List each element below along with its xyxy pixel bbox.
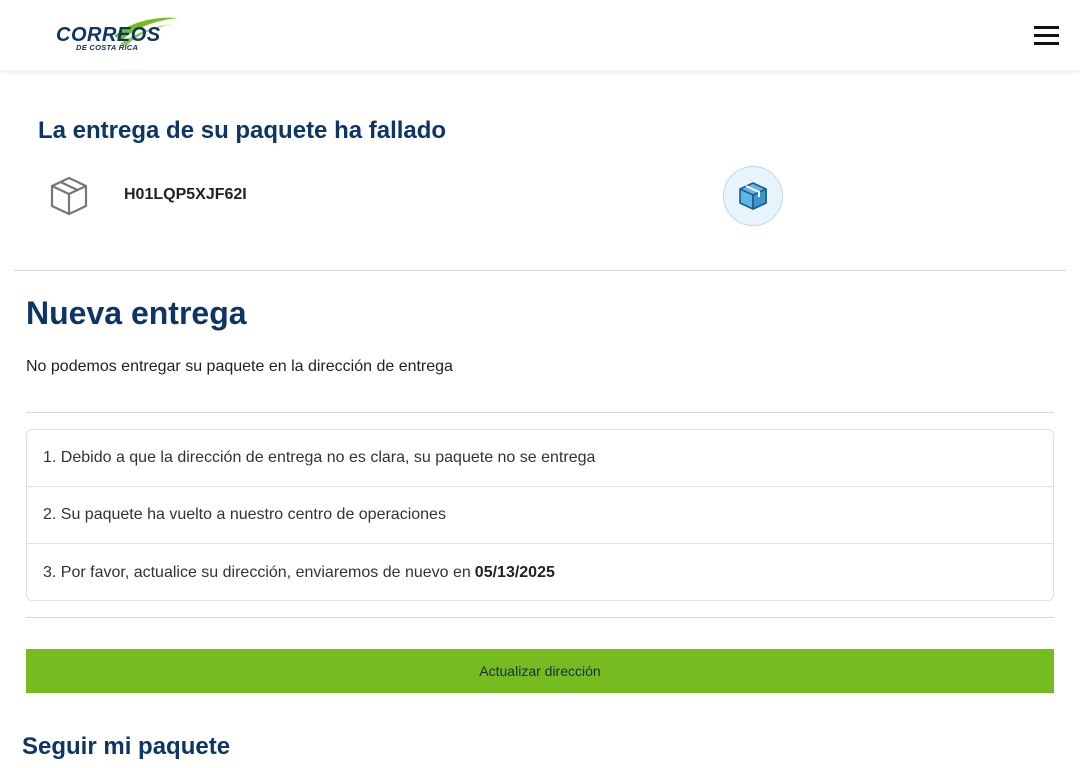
section-divider <box>26 412 1054 413</box>
package-badge-icon <box>739 182 767 210</box>
track-package-title: Seguir mi paquete <box>22 733 231 760</box>
section-divider <box>26 617 1054 618</box>
step-text: 1. Debido a que la dirección de entrega … <box>43 449 596 466</box>
list-item: 2. Su paquete ha vuelto a nuestro centro… <box>27 487 1053 544</box>
menu-icon[interactable] <box>1034 26 1060 46</box>
update-address-button[interactable]: Actualizar dirección <box>26 649 1054 693</box>
new-delivery-title: Nueva entrega <box>26 295 247 331</box>
logo-subtitle: DE COSTA RICA <box>76 43 139 52</box>
correos-logo[interactable]: CORREOS DE COSTA RICA <box>54 14 180 54</box>
package-outline-icon <box>50 176 88 216</box>
step-text: 3. Por favor, actualice su dirección, en… <box>43 563 471 581</box>
tracking-number: H01LQP5XJF62I <box>124 186 247 203</box>
top-header: CORREOS DE COSTA RICA <box>0 0 1080 70</box>
section-divider <box>14 270 1066 271</box>
list-item: 3. Por favor, actualice su dirección, en… <box>27 544 1053 600</box>
list-item: 1. Debido a que la dirección de entrega … <box>27 430 1053 487</box>
new-delivery-description: No podemos entregar su paquete en la dir… <box>26 358 453 375</box>
package-badge <box>723 166 783 226</box>
redelivery-date: 05/13/2025 <box>474 563 555 581</box>
delivery-failed-title: La entrega de su paquete ha fallado <box>38 117 447 144</box>
delivery-steps-list: 1. Debido a que la dirección de entrega … <box>26 429 1054 601</box>
step-text: 2. Su paquete ha vuelto a nuestro centro… <box>43 506 446 523</box>
